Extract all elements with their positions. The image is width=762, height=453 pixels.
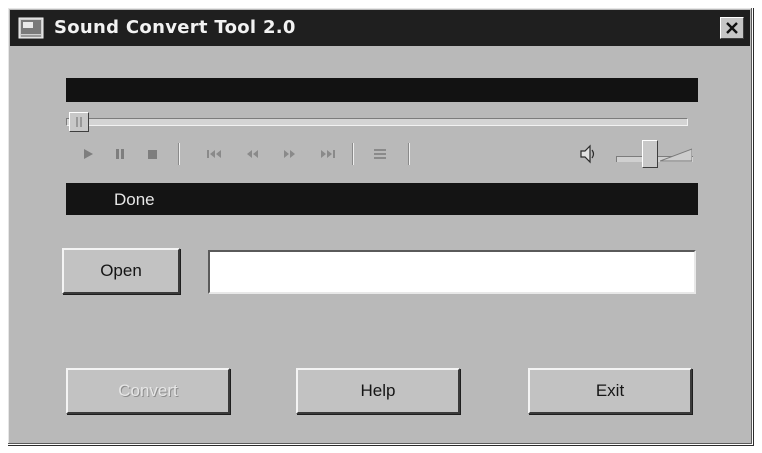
track-display <box>66 78 698 102</box>
app-icon <box>18 17 44 39</box>
skip-forward-icon <box>321 150 335 158</box>
window-title: Sound Convert Tool 2.0 <box>54 17 296 38</box>
pause-button[interactable] <box>106 141 134 167</box>
stop-icon <box>148 150 157 159</box>
open-button[interactable]: Open <box>62 248 180 294</box>
play-button[interactable] <box>74 141 102 167</box>
fast-forward-button[interactable] <box>276 141 304 167</box>
skip-back-icon <box>207 150 221 158</box>
help-button[interactable]: Help <box>296 368 460 414</box>
seek-slider-thumb[interactable] <box>69 112 89 132</box>
exit-button[interactable]: Exit <box>528 368 692 414</box>
status-text: Done <box>114 190 155 209</box>
toolbar-separator <box>178 143 180 165</box>
toolbar-separator <box>408 143 410 165</box>
convert-button[interactable]: Convert <box>66 368 230 414</box>
rewind-button[interactable] <box>238 141 266 167</box>
repeat-button[interactable] <box>366 141 394 167</box>
title-bar[interactable]: Sound Convert Tool 2.0 <box>10 10 750 46</box>
volume-slider-thumb[interactable] <box>642 140 658 168</box>
grip-icon <box>76 117 82 127</box>
speaker-icon <box>580 144 595 164</box>
app-window: Sound Convert Tool 2.0 Done Open Convert… <box>7 7 753 445</box>
volume-ramp-icon <box>660 148 692 162</box>
rewind-icon <box>247 150 258 158</box>
stop-button[interactable] <box>138 141 166 167</box>
seek-track[interactable] <box>66 118 688 126</box>
file-path-input[interactable] <box>208 250 696 294</box>
toolbar-separator <box>352 143 354 165</box>
play-icon <box>84 149 93 159</box>
close-icon <box>726 22 738 34</box>
repeat-icon <box>374 149 386 159</box>
volume-button[interactable] <box>574 141 602 167</box>
fast-forward-icon <box>284 150 295 158</box>
close-button[interactable] <box>720 17 744 39</box>
status-display: Done <box>66 183 698 215</box>
skip-forward-button[interactable] <box>314 141 342 167</box>
pause-icon <box>116 149 124 159</box>
skip-back-button[interactable] <box>200 141 228 167</box>
transport-toolbar <box>68 141 698 167</box>
